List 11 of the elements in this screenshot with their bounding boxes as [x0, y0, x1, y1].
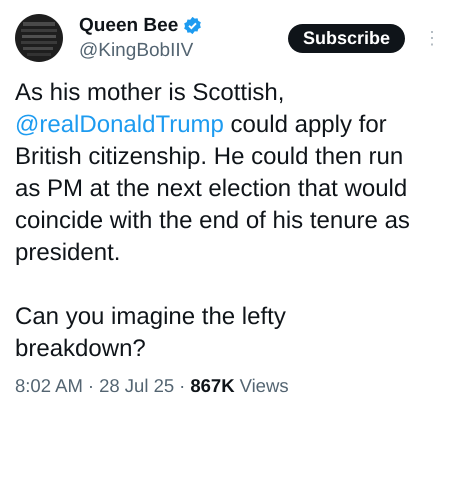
separator-dot: · [88, 375, 94, 397]
subscribe-button[interactable]: Subscribe [288, 24, 405, 52]
separator-dot: · [179, 375, 186, 397]
views-count: 867K [190, 375, 235, 397]
author-handle[interactable]: @KingBobIIV [79, 38, 288, 62]
author-name[interactable]: Queen Bee [79, 14, 178, 38]
tweet-time: 8:02 AM [15, 375, 83, 397]
tweet-text: As his mother is Scottish, @realDonaldTrump could apply for British citizenship. He could then run as PM at the next election that would coincide with the end of his tenure as president. [15, 78, 411, 268]
views-label: Views [240, 375, 289, 397]
tweet-date: 28 Jul 25 [99, 375, 174, 397]
tweet-text: Can you imagine the lefty breakdown? [15, 302, 287, 364]
